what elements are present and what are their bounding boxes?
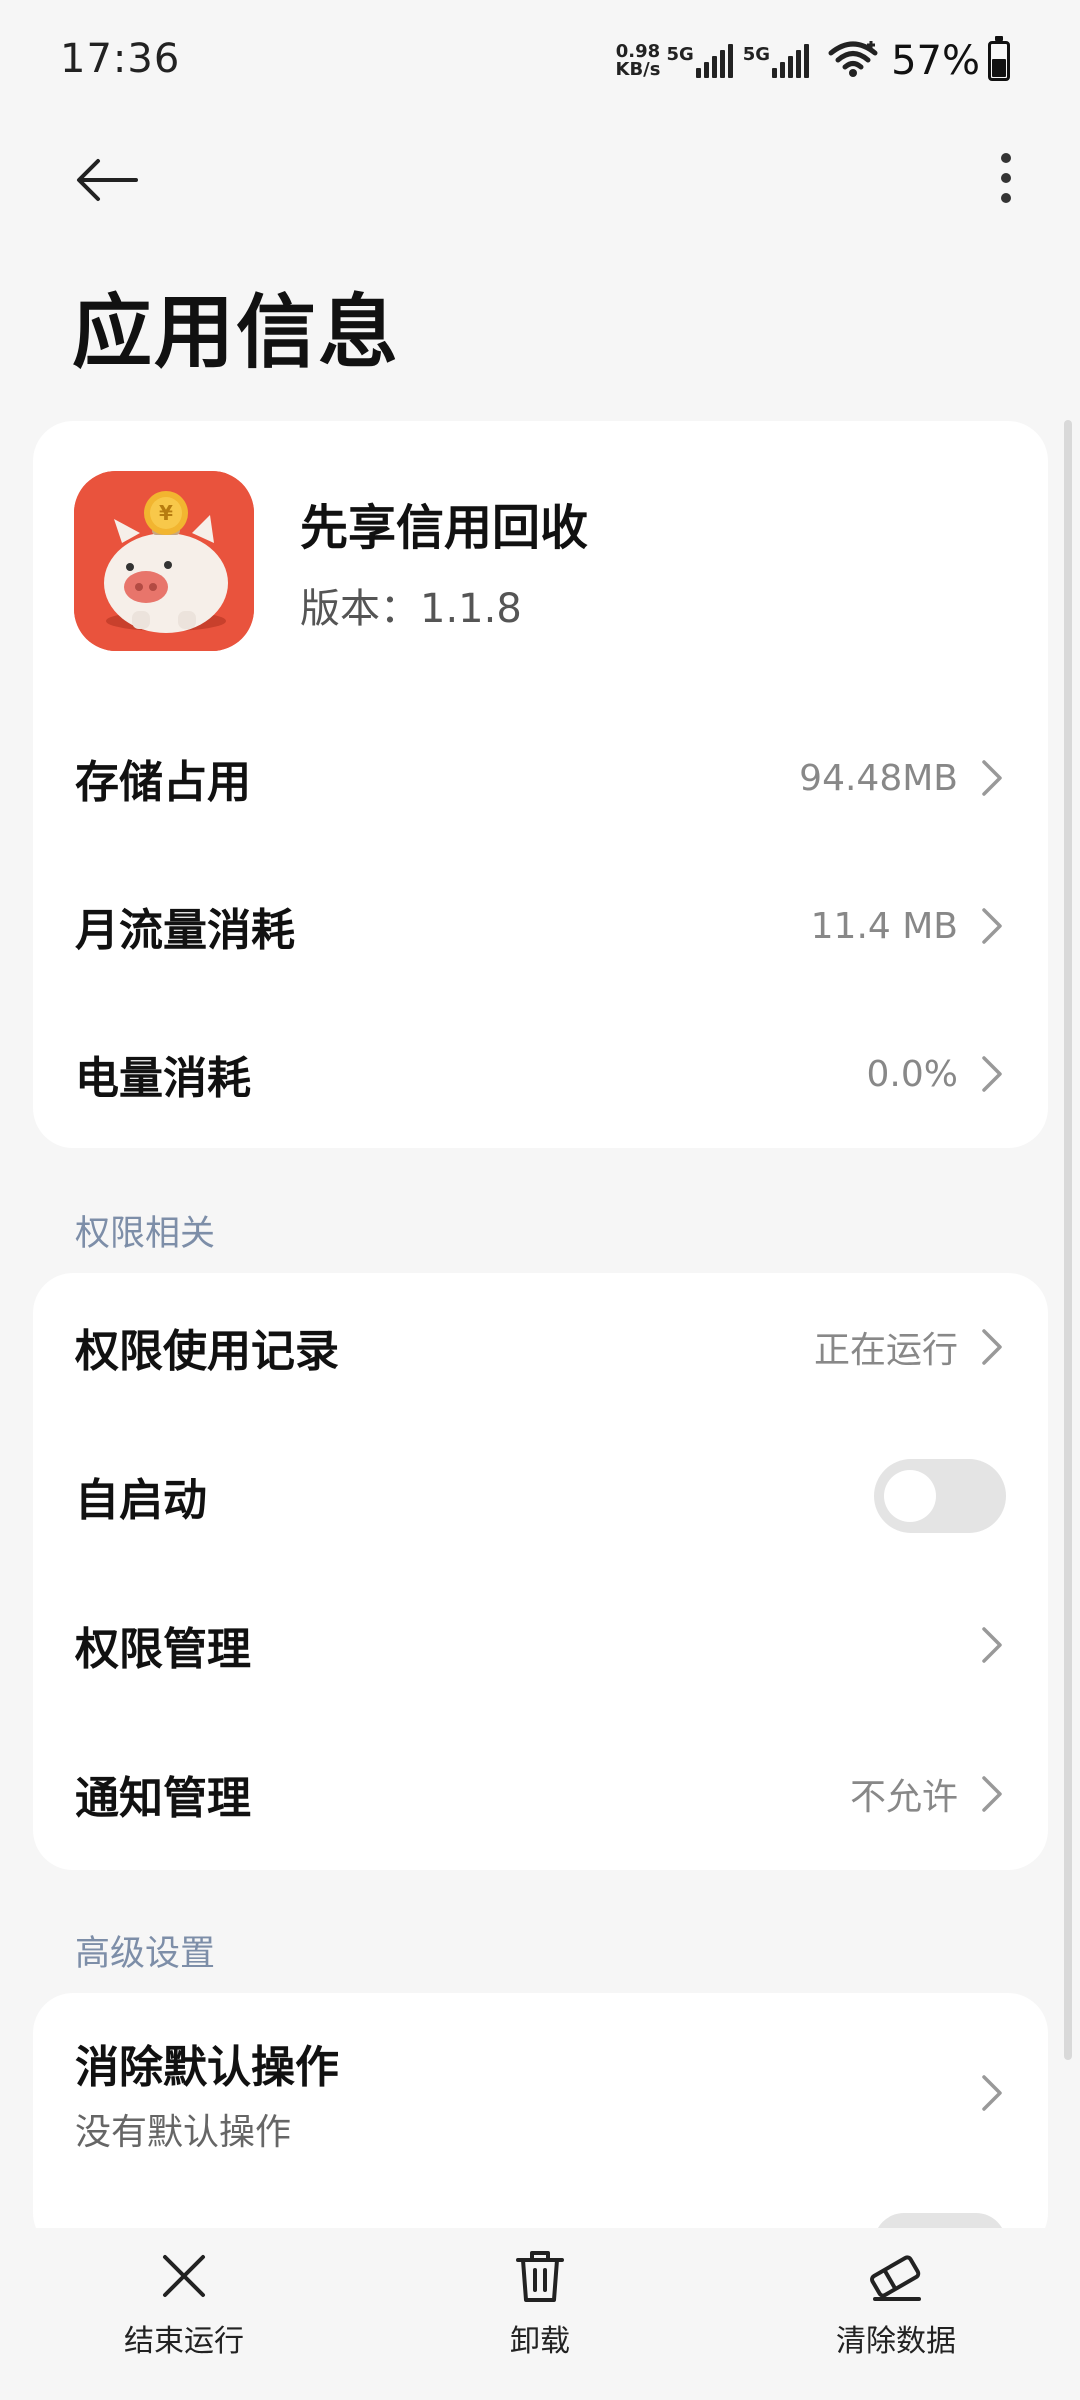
auto-start-toggle[interactable] <box>874 1459 1006 1533</box>
chevron-right-icon <box>982 1627 1002 1663</box>
row-label: 月流量消耗 <box>75 905 295 956</box>
row-permission-management[interactable]: 权限管理 <box>33 1571 1048 1719</box>
signal-sim1: 5G <box>666 44 733 78</box>
chevron-right-icon <box>982 760 1002 796</box>
chevron-right-icon <box>982 2075 1002 2111</box>
row-value: 正在运行 <box>813 1330 958 1371</box>
row-data-usage[interactable]: 月流量消耗 11.4 MB <box>33 852 1048 1000</box>
scrollbar[interactable] <box>1064 420 1072 2060</box>
battery-percent: 57% <box>891 38 980 84</box>
row-storage[interactable]: 存储占用 94.48MB <box>33 704 1048 852</box>
uninstall-button[interactable]: 卸载 <box>440 2246 640 2360</box>
row-value: 94.48MB <box>799 757 958 799</box>
app-header: ¥ 先享信用回收 版本：1.1.8 <box>74 471 588 651</box>
row-auto-start: 自启动 <box>33 1422 1048 1570</box>
bottom-action-bar: 结束运行 卸载 清除数据 <box>0 2228 1080 2400</box>
net-type-2: 5G <box>742 44 771 65</box>
row-permission-history[interactable]: 权限使用记录 正在运行 <box>33 1273 1048 1421</box>
row-value: 11.4 MB <box>810 905 958 947</box>
permissions-card: 权限使用记录 正在运行 自启动 权限管理 通知管理 不允许 <box>33 1273 1048 1870</box>
row-label: 自启动 <box>75 1475 207 1526</box>
piggy-bank-app-icon: ¥ <box>74 471 254 651</box>
app-summary-card: ¥ 先享信用回收 版本：1.1.8 存储占用 94.48MB 月流量消耗 11.… <box>33 421 1048 1148</box>
toggle-knob <box>884 1470 936 1522</box>
clear-data-label: 清除数据 <box>836 2324 956 2359</box>
advanced-card: 消除默认操作 没有默认操作 <box>33 1993 1048 2273</box>
wifi-icon <box>827 39 879 83</box>
stop-label: 结束运行 <box>124 2324 244 2359</box>
status-bar: 17:36 0.98 KB/s 5G 5G 57% <box>0 0 1080 120</box>
row-label: 存储占用 <box>75 757 251 808</box>
more-vertical-icon <box>1001 153 1011 203</box>
chevron-right-icon <box>982 1056 1002 1092</box>
eraser-icon <box>866 2246 926 2306</box>
row-label: 通知管理 <box>75 1773 251 1824</box>
signal-bars-icon <box>695 44 733 78</box>
arrow-left-icon <box>77 159 138 201</box>
page-title: 应用信息 <box>72 286 400 379</box>
signal-sim2: 5G <box>742 44 810 78</box>
trash-icon <box>510 2246 570 2306</box>
row-value: 0.0% <box>866 1053 958 1095</box>
app-version: 版本：1.1.8 <box>300 586 522 632</box>
svg-text:¥: ¥ <box>159 501 173 525</box>
net-type-1: 5G <box>666 44 694 65</box>
app-text: 先享信用回收 版本：1.1.8 <box>300 488 588 634</box>
row-notification-management[interactable]: 通知管理 不允许 <box>33 1720 1048 1868</box>
status-time: 17:36 <box>60 36 181 82</box>
status-icons: 0.98 KB/s 5G 5G 57% <box>616 36 1010 86</box>
stop-button[interactable]: 结束运行 <box>84 2246 284 2360</box>
network-speed: 0.98 KB/s <box>616 43 661 79</box>
row-label: 电量消耗 <box>75 1053 251 1104</box>
more-options-button[interactable] <box>976 148 1036 208</box>
row-description: 没有默认操作 <box>75 2112 292 2153</box>
chevron-right-icon <box>982 1776 1002 1812</box>
row-label: 权限管理 <box>75 1624 251 1675</box>
chevron-right-icon <box>982 908 1002 944</box>
chevron-right-icon <box>982 1329 1002 1365</box>
clear-data-button[interactable]: 清除数据 <box>796 2246 996 2360</box>
section-title-permissions: 权限相关 <box>75 1214 216 1254</box>
row-label: 权限使用记录 <box>75 1326 339 1377</box>
row-label: 消除默认操作 <box>75 2042 339 2093</box>
app-info-screen: 17:36 0.98 KB/s 5G 5G 57% 应用信息 ¥ 先享信用回收 … <box>0 0 1080 2400</box>
app-name: 先享信用回收 <box>300 500 589 556</box>
row-battery-usage[interactable]: 电量消耗 0.0% <box>33 1000 1048 1148</box>
row-clear-defaults[interactable]: 消除默认操作 没有默认操作 <box>33 1993 1048 2193</box>
signal-bars-icon <box>772 44 810 78</box>
uninstall-label: 卸载 <box>510 2324 570 2359</box>
row-value: 不允许 <box>849 1777 958 1818</box>
close-icon <box>154 2246 214 2306</box>
back-button[interactable] <box>72 150 142 210</box>
battery-icon <box>988 36 1010 81</box>
section-title-advanced: 高级设置 <box>75 1934 216 1974</box>
speed-unit: KB/s <box>615 59 661 80</box>
